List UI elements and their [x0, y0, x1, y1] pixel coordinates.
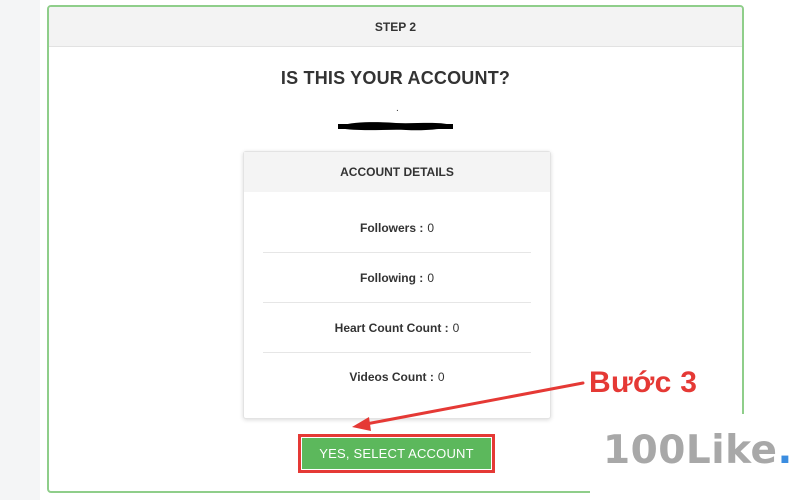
account-question: IS THIS YOUR ACCOUNT?	[280, 68, 511, 88]
followers-row: Followers : 0	[263, 203, 531, 253]
account-details-card: ACCOUNT DETAILS Followers : 0 Following …	[243, 151, 551, 419]
following-label: Following :	[359, 270, 424, 285]
step-3-annotation: Bước 3	[589, 366, 698, 399]
brand-name: 100Like	[603, 428, 778, 473]
select-account-button[interactable]: YES, SELECT ACCOUNT	[302, 438, 491, 469]
videos-count-label: Videos Count :	[349, 370, 434, 384]
left-background	[0, 0, 40, 500]
heart-count-label: Heart Count Count :	[334, 320, 449, 335]
brand-watermark: 100Like.	[603, 431, 793, 470]
heart-count-value: 0	[452, 320, 460, 335]
followers-label: Followers :	[359, 220, 424, 235]
redacted-username	[338, 122, 453, 131]
followers-value: 0	[427, 220, 435, 235]
account-handle: .	[396, 103, 399, 114]
account-details-header: ACCOUNT DETAILS	[244, 152, 550, 192]
step-header: STEP 2	[49, 7, 742, 47]
videos-count-row: Videos Count : 0	[263, 352, 531, 402]
videos-count-value: 0	[437, 370, 445, 384]
heart-count-row: Heart Count Count : 0	[263, 303, 531, 353]
following-value: 0	[427, 270, 434, 285]
brand-dot: .	[777, 428, 793, 473]
select-account-highlight: YES, SELECT ACCOUNT	[298, 434, 495, 473]
following-row: Following : 0	[263, 253, 531, 303]
